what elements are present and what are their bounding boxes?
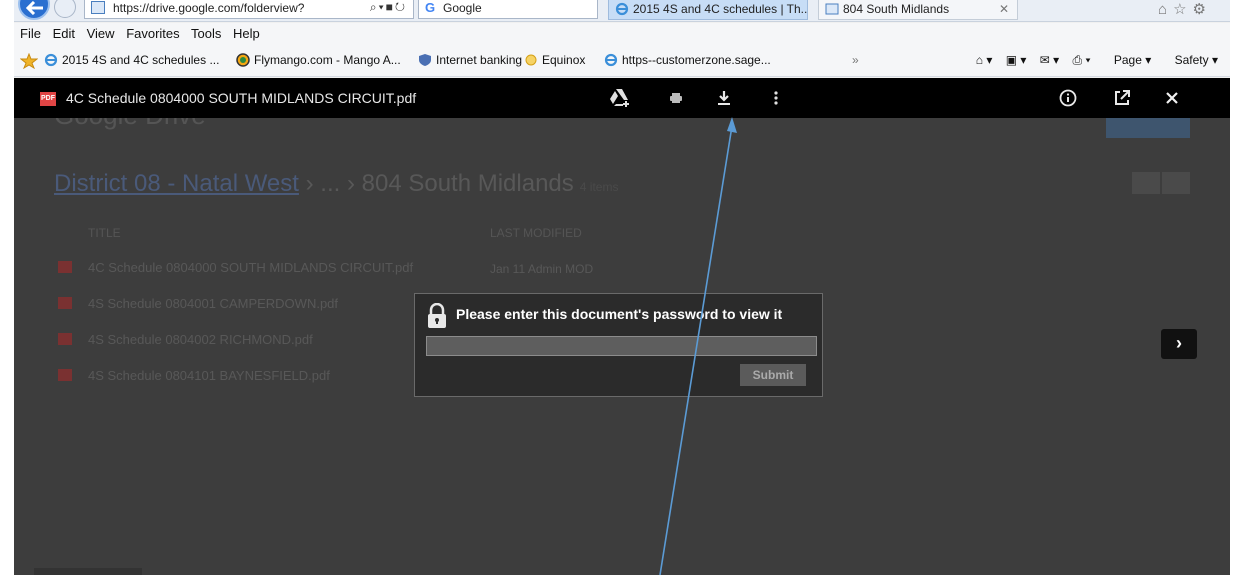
breadcrumb-sep: › ... ›	[298, 170, 362, 197]
menu-edit[interactable]: Edit	[53, 26, 75, 41]
column-title: TITLE	[88, 226, 121, 240]
pdf-file-icon: PDF	[40, 92, 56, 106]
pdf-icon	[58, 369, 72, 381]
column-modified: LAST MODIFIED	[490, 226, 582, 240]
view-toggle	[1130, 172, 1190, 199]
favorite-label: 2015 4S and 4C schedules ...	[62, 53, 220, 67]
tab-label: 804 South Midlands	[843, 2, 950, 16]
tab-close-icon[interactable]: ✕	[999, 2, 1009, 16]
lock-icon	[428, 303, 446, 328]
menu-file[interactable]: File	[20, 26, 41, 41]
menu-help[interactable]: Help	[233, 26, 260, 41]
open-in-new-icon[interactable]	[1110, 86, 1134, 110]
back-button[interactable]	[18, 0, 50, 20]
drive-page-icon	[825, 3, 839, 15]
page-menu[interactable]: Page ▾	[1104, 53, 1151, 67]
search-box[interactable]: G Google	[418, 0, 598, 19]
viewer-header: PDF 4C Schedule 0804000 SOUTH MIDLANDS C…	[14, 78, 1230, 118]
breadcrumb-current: 804 South Midlands	[361, 170, 574, 197]
file-row: 4C Schedule 0804000 SOUTH MIDLANDS CIRCU…	[58, 260, 413, 275]
favorite-internet-banking[interactable]: Internet banking	[418, 53, 522, 67]
google-icon: G	[425, 0, 436, 15]
download-icon[interactable]	[712, 86, 736, 110]
pdf-icon	[58, 297, 72, 309]
favorite-label: Equinox	[542, 53, 586, 67]
breadcrumb: District 08 - Natal West › ... › 804 Sou…	[54, 170, 618, 198]
file-row: 4S Schedule 0804101 BAYNESFIELD.pdf	[58, 368, 330, 383]
pdf-icon	[58, 261, 72, 273]
item-count: 4 items	[579, 180, 619, 194]
favorite-schedules[interactable]: 2015 4S and 4C schedules ...	[44, 53, 219, 67]
file-row: 4S Schedule 0804002 RICHMOND.pdf	[58, 332, 313, 347]
ie-icon	[44, 53, 58, 67]
url-bar[interactable]: https://drive.google.com/folderview? ⌕▾■…	[84, 0, 414, 19]
info-icon[interactable]	[1056, 86, 1080, 110]
more-vert-icon[interactable]	[764, 86, 788, 110]
menu-view[interactable]: View	[87, 26, 115, 41]
dialog-message: Please enter this document's password to…	[456, 306, 783, 322]
favorite-label: Internet banking	[436, 53, 523, 67]
print-icon[interactable]: ⎙ ▾	[1073, 53, 1091, 67]
password-dialog: Please enter this document's password to…	[414, 293, 823, 397]
favorite-equinox[interactable]: Equinox	[524, 53, 585, 67]
menu-bar: File Edit View Favorites Tools Help	[14, 23, 1230, 43]
close-icon[interactable]	[1160, 86, 1184, 110]
next-button[interactable]: ›	[1161, 329, 1197, 359]
favorites-bar: 2015 4S and 4C schedules ... Flymango.co…	[14, 43, 1230, 77]
breadcrumb-parent: District 08 - Natal West	[54, 170, 299, 197]
favorite-label: https--customerzone.sage...	[622, 53, 771, 67]
file-row: 4S Schedule 0804001 CAMPERDOWN.pdf	[58, 296, 338, 311]
more-favorites-icon[interactable]: »	[852, 53, 859, 67]
footer-element	[34, 568, 142, 575]
browser-window: https://drive.google.com/folderview? ⌕▾■…	[14, 0, 1230, 575]
ie-icon	[615, 2, 629, 16]
modified-cell: Jan 11 Admin MOD	[490, 262, 594, 276]
search-engine-label: Google	[443, 1, 482, 15]
safety-menu[interactable]: Safety ▾	[1165, 53, 1218, 67]
menu-favorites[interactable]: Favorites	[126, 26, 179, 41]
home-icon[interactable]: ⌂ ▾	[976, 53, 993, 67]
tab-schedules[interactable]: 2015 4S and 4C schedules | Th...	[608, 0, 808, 20]
list-view-icon	[1132, 172, 1160, 194]
favorite-customerzone[interactable]: https--customerzone.sage...	[604, 53, 771, 67]
forward-button[interactable]	[54, 0, 76, 18]
mango-icon	[236, 53, 250, 67]
url-controls[interactable]: ⌕▾■↻	[370, 0, 407, 15]
grid-view-icon	[1162, 172, 1190, 194]
mail-icon[interactable]: ✉ ▾	[1040, 53, 1059, 67]
ie-icon	[604, 53, 618, 67]
password-input[interactable]	[426, 336, 817, 356]
pdf-icon	[58, 333, 72, 345]
command-bar: ⌂ ▾ ▣ ▾ ✉ ▾ ⎙ ▾ Page ▾ Safety ▾	[966, 53, 1218, 68]
add-to-drive-icon[interactable]	[608, 86, 632, 110]
drive-viewer-overlay: Google Drive District 08 - Natal West › …	[14, 78, 1230, 575]
submit-button[interactable]: Submit	[740, 364, 806, 386]
favorite-flymango[interactable]: Flymango.com - Mango A...	[236, 53, 401, 67]
feeds-icon[interactable]: ▣ ▾	[1006, 53, 1027, 67]
address-bar-row: https://drive.google.com/folderview? ⌕▾■…	[14, 0, 1230, 22]
favorite-label: Flymango.com - Mango A...	[254, 53, 401, 67]
favorites-star-icon[interactable]	[19, 52, 39, 72]
print-icon[interactable]	[664, 86, 688, 110]
home-star-gear-icons[interactable]: ⌂☆⚙	[1158, 0, 1212, 18]
menu-tools[interactable]: Tools	[191, 26, 221, 41]
equinox-icon	[525, 54, 537, 66]
tab-label: 2015 4S and 4C schedules | Th...	[633, 2, 808, 16]
tab-south-midlands[interactable]: 804 South Midlands ✕	[818, 0, 1018, 20]
shield-icon	[419, 54, 431, 66]
url-text: https://drive.google.com/folderview?	[113, 1, 305, 15]
document-title: 4C Schedule 0804000 SOUTH MIDLANDS CIRCU…	[66, 90, 417, 106]
page-icon	[91, 1, 105, 14]
